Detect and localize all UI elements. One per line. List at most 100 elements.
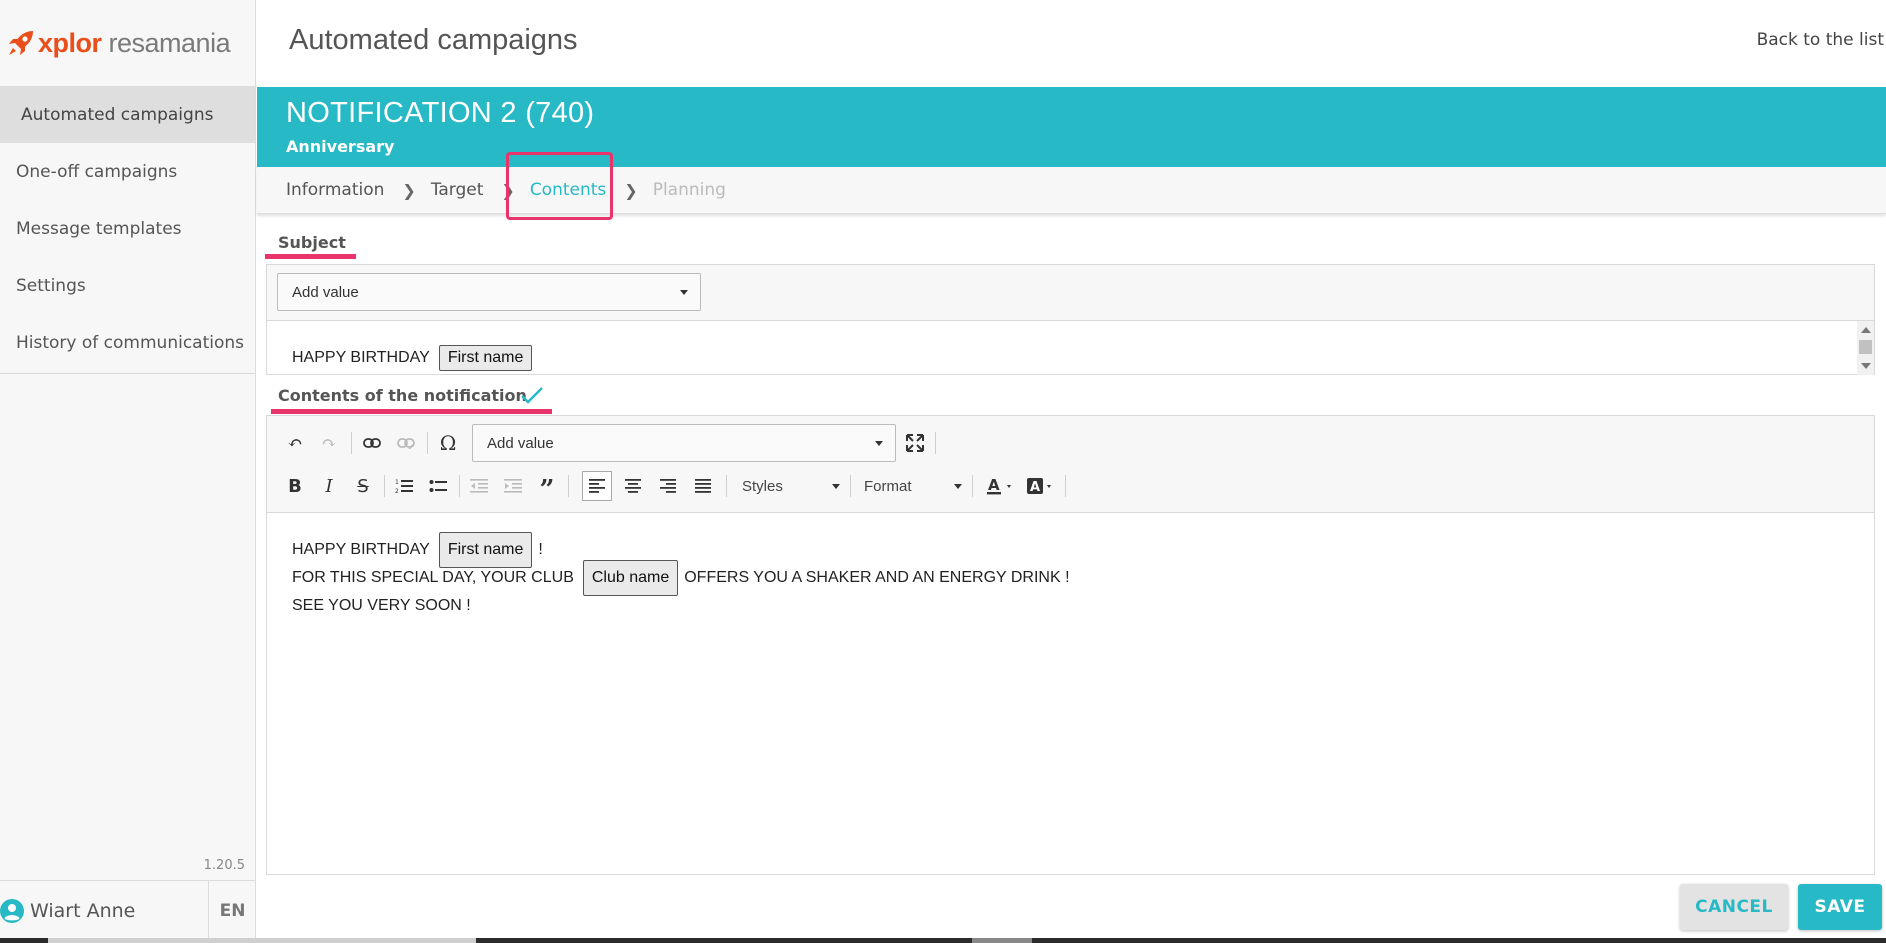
scroll-thumb[interactable] (1859, 340, 1872, 354)
toolbar-separator (850, 475, 851, 497)
toolbar-separator (568, 475, 569, 497)
toolbar-separator (384, 475, 385, 497)
language-switch[interactable]: EN (208, 880, 256, 941)
taskbar-strip (0, 938, 1886, 943)
subject-text-value: HAPPY BIRTHDAY (292, 349, 430, 366)
styles-dropdown[interactable]: Styles (742, 471, 840, 501)
caret-down-icon (832, 484, 840, 489)
editor-toolbar: ↶ ↷ Ω Add value B I S 12 ” Styles Format… (267, 416, 1874, 513)
sidebar-item-settings[interactable]: Settings (0, 257, 255, 314)
italic-icon[interactable]: I (314, 471, 344, 501)
editor-line: FOR THIS SPECIAL DAY, YOUR CLUB Club nam… (292, 560, 1070, 596)
sidebar-item-automated-campaigns[interactable]: Automated campaigns (0, 86, 255, 143)
sidebar-item-history-of-communications[interactable]: History of communications (0, 314, 255, 371)
svg-text:2: 2 (395, 488, 399, 494)
editor-content[interactable]: HAPPY BIRTHDAY First name ! FOR THIS SPE… (267, 532, 1070, 620)
blockquote-icon[interactable]: ” (532, 471, 562, 505)
format-dropdown-label: Format (864, 477, 912, 495)
undo-icon[interactable]: ↶ (280, 428, 310, 458)
editor-line-text: SEE YOU VERY SOON ! (292, 597, 471, 614)
wizard-steps: Information ❯ Target ❯ Contents ❯ Planni… (257, 167, 1886, 214)
campaign-subtitle: Anniversary (286, 137, 395, 156)
outdent-icon (464, 471, 494, 501)
toolbar-separator (935, 432, 936, 454)
editor-line: HAPPY BIRTHDAY First name ! (292, 532, 1070, 568)
taskbar-segment (972, 938, 1032, 943)
subject-toolbar: Add value (267, 265, 1874, 321)
background-color-icon[interactable]: A (1021, 471, 1061, 501)
scroll-up-icon[interactable] (1861, 327, 1871, 333)
check-icon (521, 387, 543, 404)
subject-scrollbar[interactable] (1857, 321, 1874, 375)
first-name-tag[interactable]: First name (438, 532, 533, 568)
user-bar: Wiart Anne EN (0, 880, 256, 941)
align-justify-icon[interactable] (688, 471, 718, 501)
rich-text-editor: ↶ ↷ Ω Add value B I S 12 ” Styles Format… (266, 415, 1875, 875)
contents-underline (271, 409, 552, 414)
toolbar-separator (427, 432, 428, 454)
bold-icon[interactable]: B (280, 471, 310, 501)
user-name[interactable]: Wiart Anne (30, 900, 208, 922)
contents-add-value-select[interactable]: Add value (472, 424, 896, 462)
sidebar: xplor resamania Automated campaigns One-… (0, 0, 256, 943)
caret-down-icon (680, 290, 688, 295)
align-right-icon[interactable] (653, 471, 683, 501)
rocket-icon (9, 31, 33, 55)
subject-text[interactable]: HAPPY BIRTHDAY First name (292, 345, 538, 371)
editor-line-text: FOR THIS SPECIAL DAY, YOUR CLUB (292, 569, 574, 586)
editor-line-text: ! (538, 541, 543, 558)
svg-text:A: A (988, 476, 1000, 494)
sidebar-nav: Automated campaigns One-off campaigns Me… (0, 86, 255, 371)
subject-field: Add value HAPPY BIRTHDAY First name (266, 264, 1875, 375)
back-to-list-link[interactable]: Back to the list (1757, 30, 1884, 50)
save-button[interactable]: SAVE (1798, 884, 1882, 930)
toolbar-separator (972, 475, 973, 497)
step-planning: Planning (652, 180, 726, 200)
scroll-down-icon[interactable] (1861, 363, 1871, 369)
contents-add-value-text: Add value (487, 434, 554, 452)
taskbar-segment (48, 938, 476, 943)
bulleted-list-icon[interactable] (423, 471, 453, 501)
campaign-title: NOTIFICATION 2 (740) (286, 97, 595, 129)
subject-underline (265, 254, 356, 259)
toolbar-separator (726, 475, 727, 497)
strikethrough-icon[interactable]: S (348, 471, 378, 501)
unlink-icon (391, 428, 421, 458)
caret-down-icon (875, 441, 883, 446)
format-dropdown[interactable]: Format (864, 471, 962, 501)
styles-dropdown-label: Styles (742, 477, 783, 495)
numbered-list-icon[interactable]: 12 (389, 471, 419, 501)
user-avatar-icon[interactable] (0, 898, 24, 923)
app-version: 1.20.5 (203, 858, 245, 873)
club-name-tag[interactable]: Club name (582, 560, 679, 596)
text-color-icon[interactable]: A (981, 471, 1021, 501)
svg-text:1: 1 (395, 479, 399, 486)
editor-line-text: OFFERS YOU A SHAKER AND AN ENERGY DRINK … (684, 569, 1070, 586)
editor-line-text: HAPPY BIRTHDAY (292, 541, 430, 558)
maximize-icon[interactable] (900, 428, 930, 458)
link-icon[interactable] (357, 428, 387, 458)
app-logo[interactable]: xplor resamania (0, 0, 255, 86)
step-contents[interactable]: Contents (530, 180, 606, 200)
align-center-icon[interactable] (618, 471, 648, 501)
sidebar-item-message-templates[interactable]: Message templates (0, 200, 255, 257)
sidebar-item-one-off-campaigns[interactable]: One-off campaigns (0, 143, 255, 200)
step-target[interactable]: Target (431, 180, 484, 200)
campaign-banner: NOTIFICATION 2 (740) Anniversary (257, 87, 1886, 167)
first-name-tag[interactable]: First name (438, 345, 533, 371)
editor-line: SEE YOU VERY SOON ! (292, 592, 1070, 620)
special-character-icon[interactable]: Ω (433, 428, 463, 458)
chevron-right-icon: ❯ (501, 180, 515, 200)
sidebar-divider (0, 373, 255, 374)
subject-label: Subject (278, 233, 346, 252)
toolbar-separator (459, 475, 460, 497)
page-title: Automated campaigns (289, 24, 578, 56)
contents-label: Contents of the notification (278, 386, 527, 405)
toolbar-separator (351, 432, 352, 454)
step-information[interactable]: Information (286, 180, 384, 200)
indent-icon (498, 471, 528, 501)
align-left-icon[interactable] (582, 471, 612, 501)
cancel-button[interactable]: CANCEL (1680, 884, 1788, 930)
subject-add-value-select[interactable]: Add value (277, 273, 701, 311)
toolbar-separator (1065, 475, 1066, 497)
